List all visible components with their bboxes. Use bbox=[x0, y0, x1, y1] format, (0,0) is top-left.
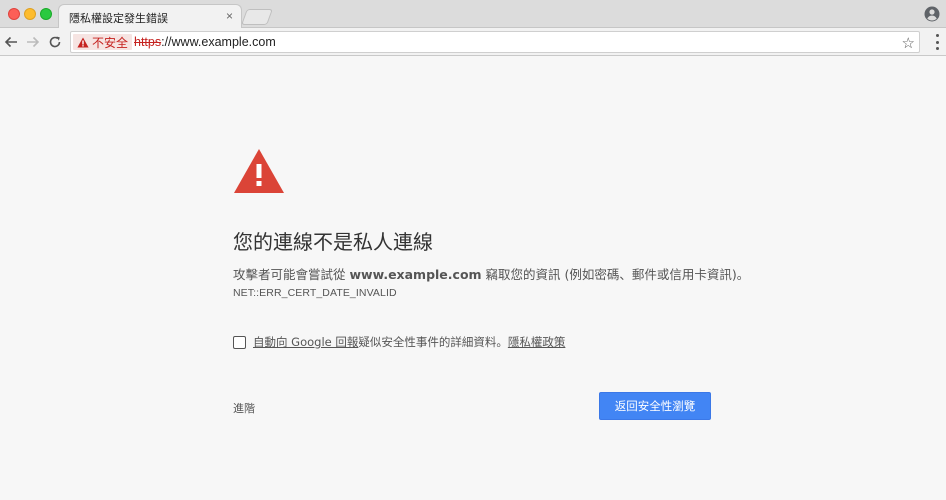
url-text[interactable]: https://www.example.com bbox=[134, 35, 276, 49]
warning-triangle-icon bbox=[77, 37, 89, 47]
address-bar[interactable]: 不安全 https://www.example.com ☆ bbox=[70, 31, 920, 53]
explanation-suffix: 竊取您的資訊 (例如密碼、郵件或信用卡資訊)。 bbox=[481, 267, 750, 282]
toolbar: 不安全 https://www.example.com ☆ bbox=[0, 28, 946, 56]
page-title: 您的連線不是私人連線 bbox=[233, 230, 433, 254]
report-link[interactable]: 自動向 Google 回報 bbox=[253, 335, 358, 349]
reload-icon[interactable] bbox=[46, 33, 64, 51]
explanation-domain: www.example.com bbox=[349, 267, 482, 282]
back-to-safety-button[interactable]: 返回安全性瀏覽 bbox=[599, 392, 711, 420]
security-indicator[interactable]: 不安全 bbox=[73, 34, 133, 50]
bookmark-star-icon[interactable]: ☆ bbox=[902, 34, 915, 52]
tab-close-icon[interactable]: × bbox=[226, 9, 233, 23]
new-tab-button[interactable] bbox=[241, 9, 273, 25]
tab-active[interactable]: 隱私權設定發生錯誤 × bbox=[58, 4, 242, 28]
warning-icon bbox=[234, 149, 284, 193]
privacy-policy-link[interactable]: 隱私權政策 bbox=[508, 335, 566, 349]
report-checkbox-label: 自動向 Google 回報疑似安全性事件的詳細資料。隱私權政策 bbox=[253, 334, 565, 350]
back-arrow-icon[interactable] bbox=[2, 33, 20, 51]
url-scheme: https bbox=[134, 35, 162, 49]
report-text: 疑似安全性事件的詳細資料。 bbox=[358, 335, 508, 349]
tab-strip: 隱私權設定發生錯誤 × bbox=[0, 0, 946, 28]
report-checkbox-row: 自動向 Google 回報疑似安全性事件的詳細資料。隱私權政策 bbox=[233, 334, 565, 350]
window-maximize-button[interactable] bbox=[40, 8, 52, 20]
url-host: ://www.example.com bbox=[161, 35, 276, 49]
window-minimize-button[interactable] bbox=[24, 8, 36, 20]
explanation-text: 攻擊者可能會嘗試從 www.example.com 竊取您的資訊 (例如密碼、郵… bbox=[233, 264, 749, 283]
explanation-prefix: 攻擊者可能會嘗試從 bbox=[233, 267, 350, 282]
report-checkbox[interactable] bbox=[233, 335, 246, 349]
menu-icon[interactable] bbox=[934, 34, 940, 50]
forward-arrow-icon[interactable] bbox=[24, 33, 42, 51]
error-code: NET::ERR_CERT_DATE_INVALID bbox=[233, 287, 397, 299]
window-close-button[interactable] bbox=[8, 8, 20, 20]
advanced-link[interactable]: 進階 bbox=[233, 400, 255, 416]
security-label: 不安全 bbox=[92, 35, 129, 50]
profile-icon[interactable] bbox=[924, 6, 940, 22]
tab-title: 隱私權設定發生錯誤 bbox=[69, 12, 168, 25]
